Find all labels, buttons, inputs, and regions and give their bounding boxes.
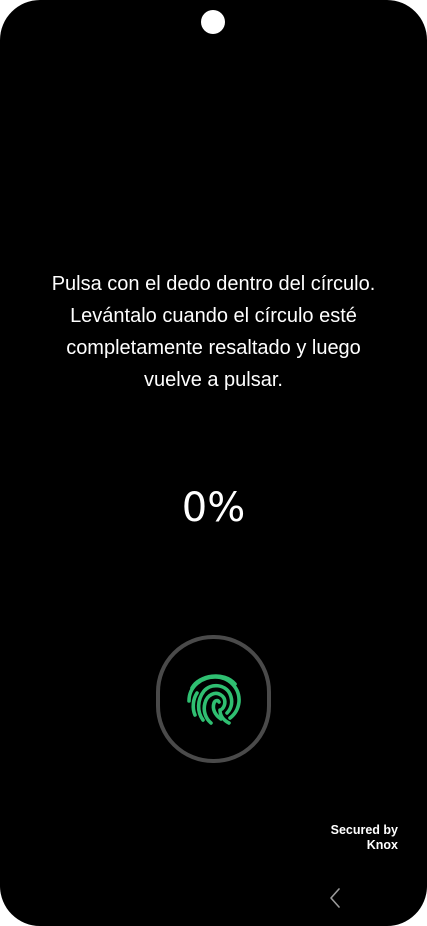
- instruction-line: Pulsa con el dedo dentro del círculo.: [51, 273, 376, 295]
- fingerprint-sensor-area[interactable]: [156, 635, 271, 763]
- instruction-line: vuelve a pulsar.: [144, 369, 283, 391]
- instruction-line: Levántalo cuando el círculo esté: [70, 305, 357, 327]
- knox-line: Knox: [366, 838, 398, 852]
- secured-by-knox-label: Secured by Knox: [331, 823, 398, 853]
- knox-line: Secured by: [330, 823, 398, 837]
- fingerprint-enrollment-screen: Pulsa con el dedo dentro del círculo. Le…: [0, 0, 427, 926]
- enrollment-instructions: Pulsa con el dedo dentro del círculo. Le…: [20, 268, 407, 396]
- instruction-line: completamente resaltado y luego: [66, 337, 361, 359]
- back-button[interactable]: [323, 884, 347, 912]
- front-camera-cutout: [201, 10, 225, 34]
- enrollment-progress-percentage: 0%: [181, 485, 246, 531]
- fingerprint-icon: [186, 674, 241, 725]
- chevron-left-icon: [330, 888, 340, 908]
